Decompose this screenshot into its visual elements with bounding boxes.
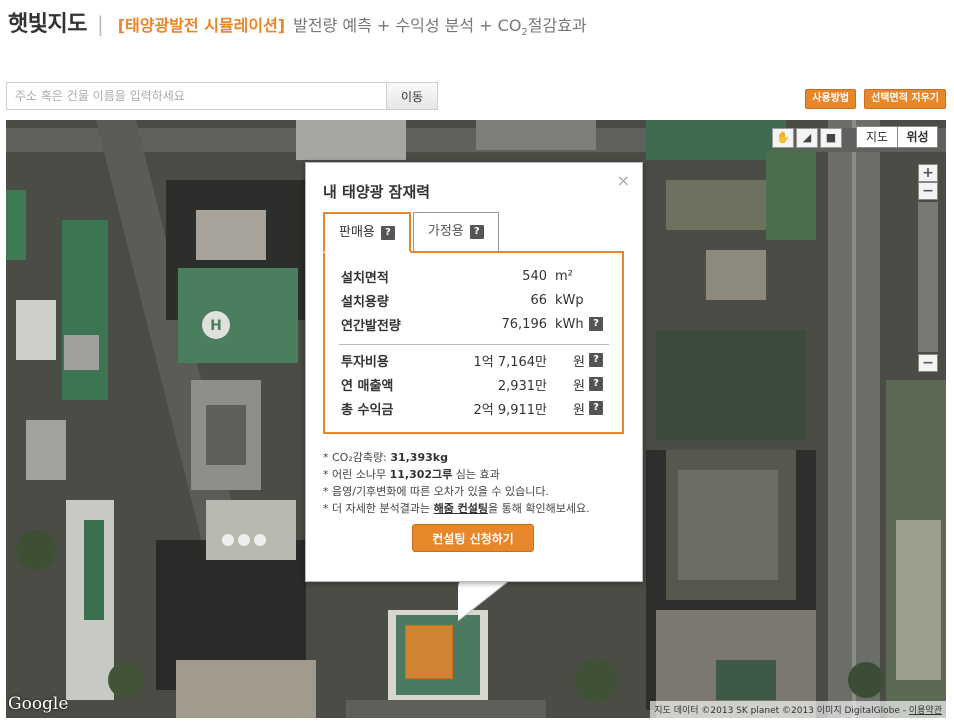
close-icon[interactable]: ×	[617, 171, 630, 190]
note-disclaimer: * 음영/기후변화에 따른 오차가 있을 수 있습니다.	[323, 485, 549, 498]
brand-logo[interactable]: 햇빛지도	[8, 6, 87, 38]
note-trees: * 어린 소나무 11,302그루 심는 효과	[323, 468, 500, 481]
consulting-request-button[interactable]: 컨설팅 신청하기	[412, 524, 534, 552]
result-row-annual-revenue: 연 매출액 2,931만 원 ?	[341, 373, 603, 395]
header-separator: |	[96, 12, 104, 36]
address-search-input[interactable]	[6, 82, 386, 110]
zoom-out-button[interactable]: −	[918, 354, 938, 372]
help-button[interactable]: 사용방법	[805, 89, 857, 109]
map-type-map-button[interactable]: 지도	[857, 127, 897, 147]
help-icon[interactable]: ?	[589, 401, 603, 415]
result-row-investment: 투자비용 1억 7,164만 원 ?	[341, 349, 603, 371]
search-go-button[interactable]: 이동	[386, 82, 438, 110]
svg-text:H: H	[210, 318, 222, 334]
tab-household[interactable]: 가정용?	[412, 212, 499, 251]
rectangle-draw-icon[interactable]: ■	[820, 128, 842, 148]
google-logo: Google	[8, 694, 69, 714]
clear-selection-button[interactable]: 선택면적 지우기	[864, 89, 946, 109]
help-icon[interactable]: ?	[589, 317, 603, 331]
result-row-area: 설치면적 540 m²	[341, 268, 573, 286]
address-search: 이동	[6, 82, 438, 110]
page-subtitle-accent: [태양광발전 시뮬레이션]	[117, 16, 286, 35]
map-copyright: 지도 데이터 ©2013 SK planet ©2013 이미지 Digital…	[650, 701, 946, 718]
result-row-generation: 연간발전량 76,196 kWh ?	[341, 313, 603, 335]
help-icon[interactable]: ?	[469, 224, 484, 239]
panel-divider	[339, 344, 609, 345]
hand-icon[interactable]: ✋	[772, 128, 794, 148]
terms-link[interactable]: 이용약관	[909, 706, 942, 716]
top-action-buttons: 사용방법 선택면적 지우기	[805, 89, 946, 109]
map-type-toggle: 지도 위성	[856, 126, 938, 148]
popup-pointer	[458, 580, 512, 622]
help-icon[interactable]: ?	[589, 377, 603, 391]
zoom-slider-track[interactable]	[918, 202, 938, 352]
tab-sales[interactable]: 판매용?	[323, 212, 411, 253]
zoom-in-button[interactable]: +	[918, 164, 938, 182]
help-icon[interactable]: ?	[380, 225, 395, 240]
usage-tabs: 판매용? 가정용?	[323, 212, 501, 253]
results-panel: 설치면적 540 m² 설치용량 66 kWp 연간발전량 76,196 kWh…	[323, 251, 624, 434]
help-icon[interactable]: ?	[589, 353, 603, 367]
popup-title: 내 태양광 잠재력	[323, 183, 431, 201]
zoom-control: + − −	[918, 164, 940, 372]
zoom-out-small-button[interactable]: −	[918, 182, 938, 200]
page-subtitle: 발전량 예측 + 수익성 분석 + CO2절감효과	[293, 16, 587, 39]
result-notes: * CO₂감축량: 31,393kg * 어린 소나무 11,302그루 심는 …	[323, 449, 590, 517]
result-row-capacity: 설치용량 66 kWp	[341, 292, 584, 310]
note-co2: * CO₂감축량: 31,393kg	[323, 451, 448, 464]
map-type-satellite-button[interactable]: 위성	[897, 127, 937, 147]
solar-potential-popup: 내 태양광 잠재력 × 판매용? 가정용? 설치면적 540 m² 설치용량 6…	[305, 162, 643, 582]
consulting-link[interactable]: 해줌 컨설팅	[434, 502, 488, 515]
page-header: 햇빛지도 | [태양광발전 시뮬레이션] 발전량 예측 + 수익성 분석 + C…	[8, 6, 587, 39]
note-consulting: * 더 자세한 분석결과는 해줌 컨설팅을 통해 확인해보세요.	[323, 502, 590, 515]
selected-roof-area[interactable]	[405, 625, 453, 679]
polygon-draw-icon[interactable]: ◢	[796, 128, 818, 148]
result-row-total-profit: 총 수익금 2억 9,911만 원 ?	[341, 397, 603, 419]
draw-tools: ✋ ◢ ■	[772, 128, 842, 148]
